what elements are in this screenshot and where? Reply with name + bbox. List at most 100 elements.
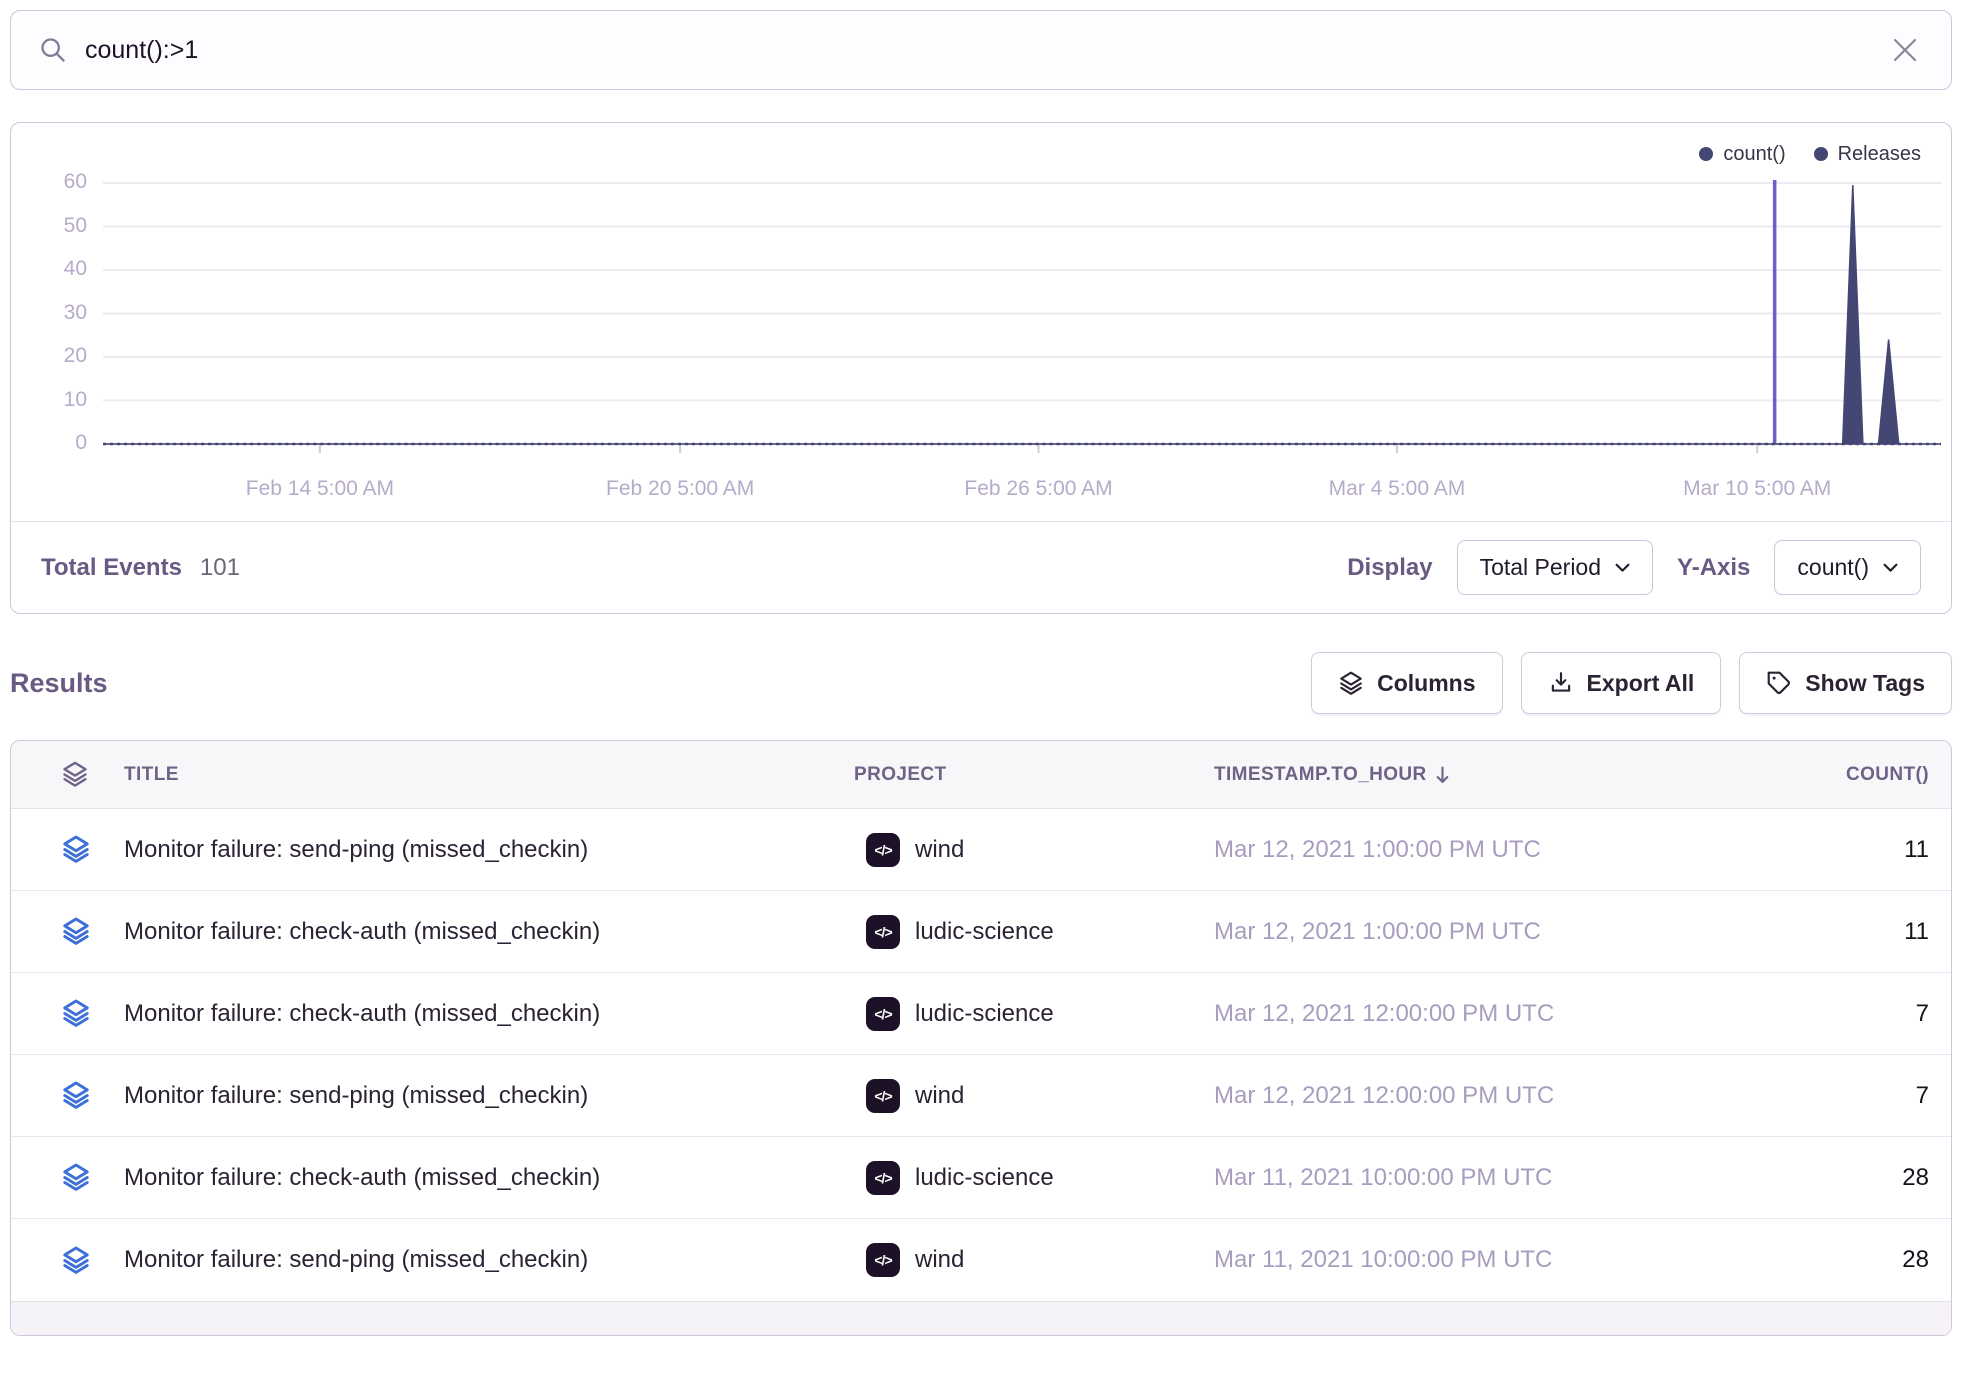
row-title-link[interactable]: Monitor failure: check-auth (missed_chec… xyxy=(124,1000,600,1027)
row-title-link[interactable]: Monitor failure: check-auth (missed_chec… xyxy=(124,918,600,945)
legend-item-releases[interactable]: Releases xyxy=(1814,143,1921,166)
row-title[interactable]: Monitor failure: send-ping (missed_check… xyxy=(124,836,854,864)
legend-item-count[interactable]: count() xyxy=(1699,143,1785,166)
events-chart xyxy=(103,177,1941,467)
results-header: Results Columns Export All Show Tags xyxy=(10,652,1952,714)
x-axis-tick-label: Feb 26 5:00 AM xyxy=(964,477,1112,501)
show-tags-button-label: Show Tags xyxy=(1805,670,1925,697)
row-title[interactable]: Monitor failure: check-auth (missed_chec… xyxy=(124,1164,854,1192)
row-project: </>wind xyxy=(854,833,1214,867)
project-platform-badge: </> xyxy=(866,997,900,1031)
row-title-link[interactable]: Monitor failure: send-ping (missed_check… xyxy=(124,1082,588,1109)
chart-plot-area: Feb 14 5:00 AM Feb 20 5:00 AM Feb 26 5:00 … xyxy=(103,177,1941,511)
column-header-count[interactable]: COUNT() xyxy=(1791,764,1951,786)
row-title-link[interactable]: Monitor failure: check-auth (missed_chec… xyxy=(124,1164,600,1191)
yaxis-select-value: count() xyxy=(1797,554,1869,581)
row-project: </>ludic-science xyxy=(854,1161,1214,1195)
table-row: Monitor failure: send-ping (missed_check… xyxy=(11,1219,1951,1301)
row-stack-icon[interactable] xyxy=(11,1081,124,1110)
show-tags-button[interactable]: Show Tags xyxy=(1739,652,1952,714)
project-name: wind xyxy=(915,836,964,864)
row-count: 7 xyxy=(1791,1000,1951,1028)
row-stack-icon[interactable] xyxy=(11,917,124,946)
total-events-value: 101 xyxy=(200,554,240,582)
display-select-value: Total Period xyxy=(1480,554,1601,581)
columns-button[interactable]: Columns xyxy=(1311,652,1502,714)
stack-icon xyxy=(61,999,91,1028)
project-name: wind xyxy=(915,1082,964,1110)
row-title[interactable]: Monitor failure: check-auth (missed_chec… xyxy=(124,1000,854,1028)
row-title-link[interactable]: Monitor failure: send-ping (missed_check… xyxy=(124,836,588,863)
display-select[interactable]: Total Period xyxy=(1457,540,1653,595)
chart-body: 0102030405060 Feb 14 5:00 AMFeb 20 5:00 … xyxy=(11,177,1951,511)
stack-icon xyxy=(61,1246,91,1275)
close-icon xyxy=(1893,38,1917,62)
legend-label: count() xyxy=(1723,143,1785,166)
columns-button-label: Columns xyxy=(1377,670,1475,697)
row-title-link[interactable]: Monitor failure: send-ping (missed_check… xyxy=(124,1246,588,1273)
total-events-label: Total Events xyxy=(41,554,182,582)
row-timestamp: Mar 12, 2021 1:00:00 PM UTC xyxy=(1214,918,1791,946)
search-input[interactable] xyxy=(85,36,1887,65)
row-project: </>ludic-science xyxy=(854,997,1214,1031)
column-header-title[interactable]: TITLE xyxy=(124,764,854,786)
yaxis-select[interactable]: count() xyxy=(1774,540,1921,595)
export-all-button-label: Export All xyxy=(1587,670,1695,697)
search-icon xyxy=(39,36,67,64)
table-row: Monitor failure: check-auth (missed_chec… xyxy=(11,973,1951,1055)
search-bar xyxy=(10,10,1952,90)
row-timestamp: Mar 11, 2021 10:00:00 PM UTC xyxy=(1214,1164,1791,1192)
row-title[interactable]: Monitor failure: send-ping (missed_check… xyxy=(124,1246,854,1274)
row-stack-icon[interactable] xyxy=(11,1163,124,1192)
project-platform-badge: </> xyxy=(866,1079,900,1113)
row-title[interactable]: Monitor failure: send-ping (missed_check… xyxy=(124,1082,854,1110)
project-name: ludic-science xyxy=(915,1164,1054,1192)
x-axis-tick-label: Mar 10 5:00 AM xyxy=(1683,477,1831,501)
legend-dot-icon xyxy=(1699,147,1713,161)
row-count: 7 xyxy=(1791,1082,1951,1110)
row-count: 28 xyxy=(1791,1164,1951,1192)
row-stack-icon[interactable] xyxy=(11,1246,124,1275)
row-count: 11 xyxy=(1791,918,1951,946)
timestamp-header-label: TIMESTAMP.TO_HOUR xyxy=(1214,764,1427,786)
legend-dot-icon xyxy=(1814,147,1828,161)
table-footer-strip xyxy=(11,1301,1951,1335)
y-axis-tick-label: 20 xyxy=(64,344,87,368)
display-label: Display xyxy=(1347,554,1432,582)
download-icon xyxy=(1548,670,1574,696)
x-axis-tick-label: Feb 20 5:00 AM xyxy=(606,477,754,501)
clear-search-button[interactable] xyxy=(1887,32,1923,68)
events-chart-panel: count() Releases 0102030405060 Feb 14 5:… xyxy=(10,122,1952,614)
chart-legend: count() Releases xyxy=(11,139,1951,169)
legend-label: Releases xyxy=(1838,143,1921,166)
row-timestamp: Mar 12, 2021 12:00:00 PM UTC xyxy=(1214,1082,1791,1110)
tag-icon xyxy=(1766,670,1792,696)
y-axis-tick-label: 60 xyxy=(64,170,87,194)
results-table: TITLE PROJECT TIMESTAMP.TO_HOUR COUNT() … xyxy=(10,740,1952,1336)
sort-desc-icon xyxy=(1435,766,1450,784)
column-header-project[interactable]: PROJECT xyxy=(854,764,1214,786)
table-row: Monitor failure: send-ping (missed_check… xyxy=(11,809,1951,891)
column-header-timestamp[interactable]: TIMESTAMP.TO_HOUR xyxy=(1214,764,1791,786)
row-stack-icon[interactable] xyxy=(11,835,124,864)
row-title[interactable]: Monitor failure: check-auth (missed_chec… xyxy=(124,918,854,946)
row-count: 11 xyxy=(1791,836,1951,864)
x-axis-tick-label: Feb 14 5:00 AM xyxy=(246,477,394,501)
y-axis-tick-label: 0 xyxy=(75,431,87,455)
row-count: 28 xyxy=(1791,1246,1951,1274)
export-all-button[interactable]: Export All xyxy=(1521,652,1722,714)
stack-icon xyxy=(61,917,91,946)
row-timestamp: Mar 12, 2021 1:00:00 PM UTC xyxy=(1214,836,1791,864)
row-project: </>ludic-science xyxy=(854,915,1214,949)
stack-icon xyxy=(61,1081,91,1110)
project-platform-badge: </> xyxy=(866,1243,900,1277)
y-axis-tick-label: 30 xyxy=(64,301,87,325)
row-project: </> wind xyxy=(854,1079,1214,1113)
row-project: </> wind xyxy=(854,1243,1214,1277)
header-stack-icon xyxy=(11,761,124,788)
project-name: wind xyxy=(915,1246,964,1274)
stack-icon xyxy=(61,1163,91,1192)
row-stack-icon[interactable] xyxy=(11,999,124,1028)
table-body: Monitor failure: send-ping (missed_check… xyxy=(11,809,1951,1301)
chevron-down-icon xyxy=(1615,563,1630,573)
